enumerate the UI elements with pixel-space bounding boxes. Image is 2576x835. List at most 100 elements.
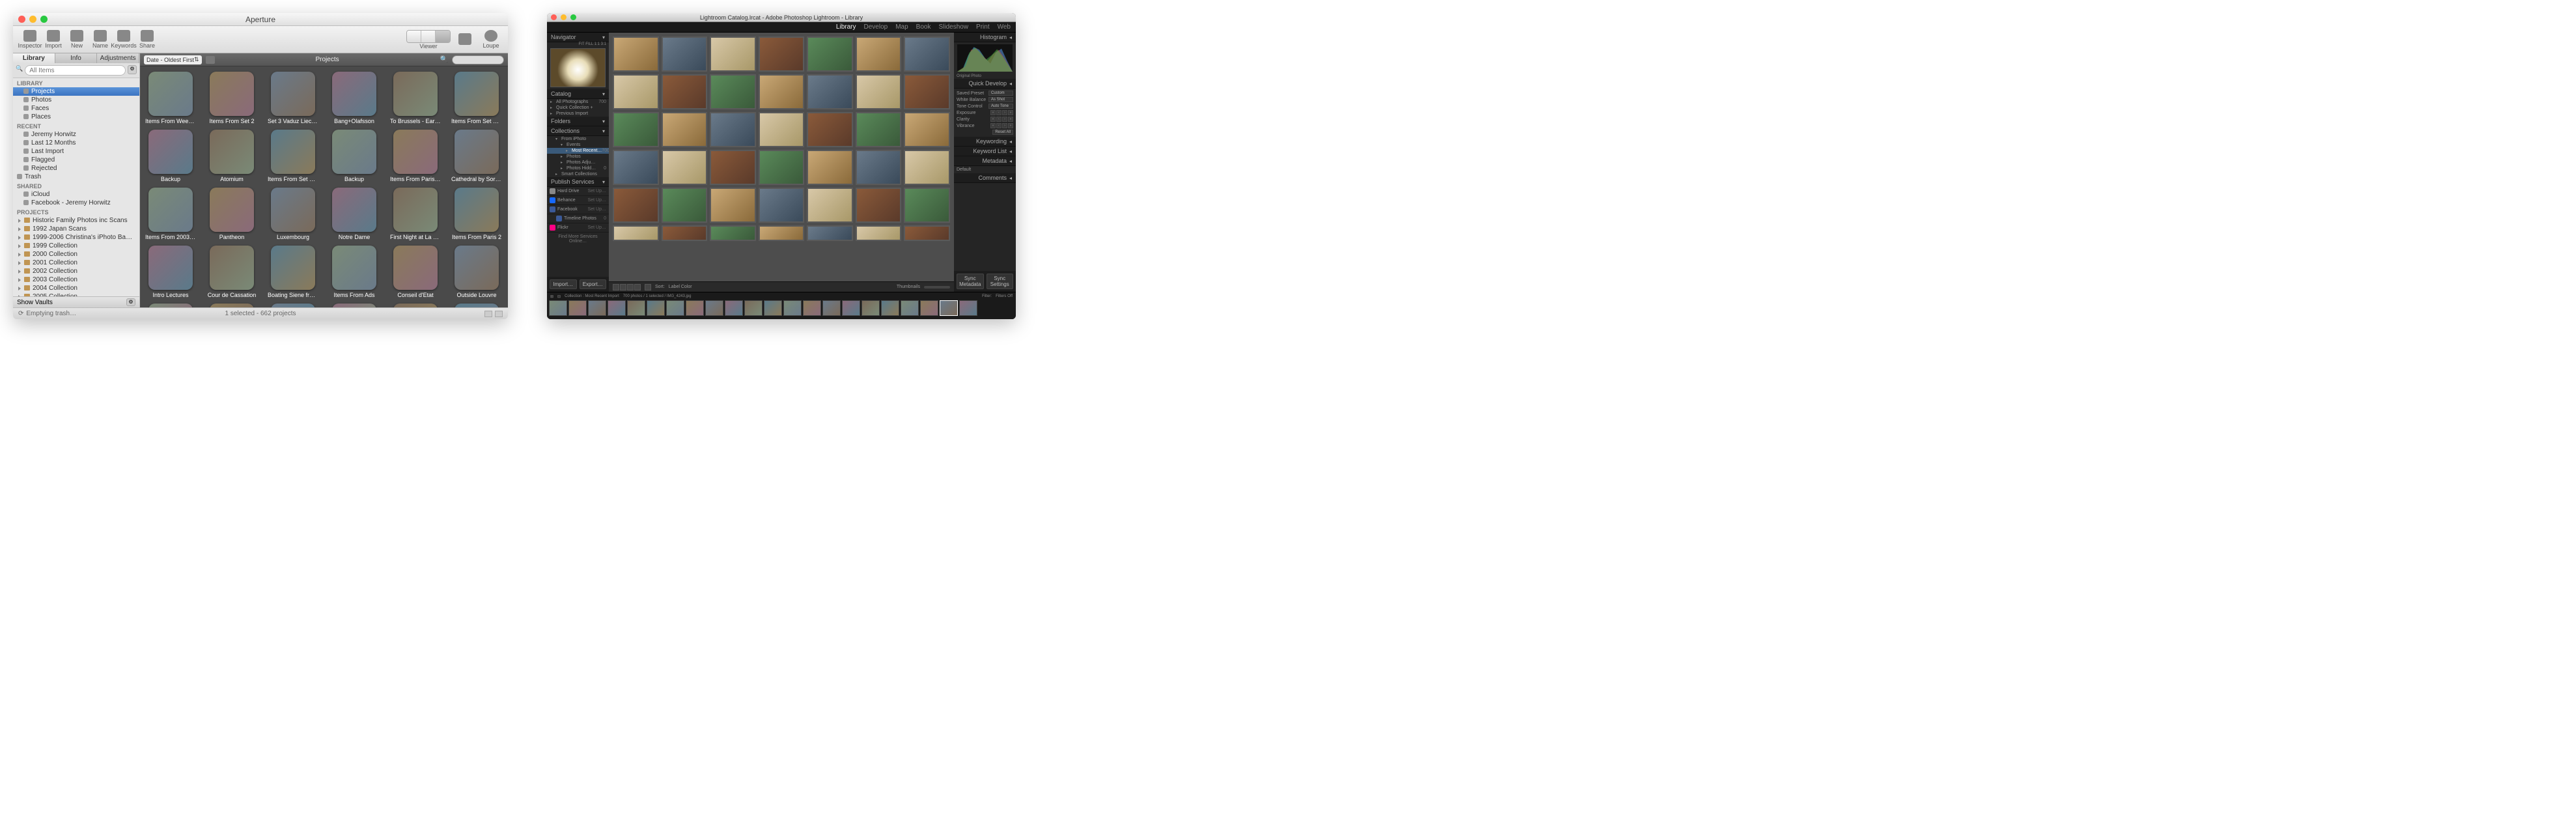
project-thumb[interactable]	[271, 130, 315, 174]
collection-item-0[interactable]: From iPhoto	[547, 136, 609, 142]
split-view-icon[interactable]	[421, 31, 436, 42]
project-cell[interactable]: Notre Dame	[329, 188, 380, 240]
photo-cell[interactable]	[904, 150, 950, 185]
filmstrip-thumb[interactable]	[744, 300, 763, 316]
thumbnail-size-slider[interactable]	[924, 286, 950, 289]
publish-service-0[interactable]: Hard DriveSet Up…	[547, 187, 609, 196]
photo-cell[interactable]	[856, 112, 902, 147]
keyword-list-header[interactable]: Keyword List	[954, 147, 1016, 156]
tab-print[interactable]: Print	[976, 23, 990, 31]
publish-service-1[interactable]: BehanceSet Up…	[547, 196, 609, 205]
keywording-header[interactable]: Keywording	[954, 137, 1016, 147]
photo-cell[interactable]	[662, 188, 708, 223]
project-thumb[interactable]	[393, 246, 438, 290]
catalog-prev[interactable]: Previous Import	[547, 111, 609, 117]
project-thumb[interactable]	[271, 72, 315, 116]
project-cell[interactable]: Items From Set 5 B…	[268, 130, 318, 182]
filmstrip-thumb[interactable]	[920, 300, 938, 316]
sidebar-project-9[interactable]: 2005 Collection	[13, 292, 139, 296]
collection-item-4[interactable]: Photos Adju…	[547, 160, 609, 165]
viewer-mode-segment[interactable]	[406, 30, 451, 43]
catalog-all[interactable]: All Photographs700	[547, 99, 609, 105]
photo-cell[interactable]	[710, 150, 756, 185]
photo-cell[interactable]	[807, 225, 853, 241]
screen-mode-icon[interactable]: ⊞	[550, 294, 553, 299]
photo-cell[interactable]	[710, 74, 756, 109]
project-cell[interactable]: Items From Set 4 B…	[451, 72, 502, 124]
tab-library[interactable]: Library	[836, 23, 856, 31]
filmstrip-thumb[interactable]	[627, 300, 645, 316]
nav-zoom-modes[interactable]: FIT FILL 1:1 3:1	[547, 42, 609, 46]
photo-cell[interactable]	[710, 112, 756, 147]
setup-link[interactable]: Set Up…	[588, 198, 606, 203]
project-thumb[interactable]	[393, 72, 438, 116]
photo-cell[interactable]	[759, 150, 805, 185]
keywords-button[interactable]: Keywords	[112, 30, 135, 49]
tab-book[interactable]: Book	[916, 23, 931, 31]
project-thumb[interactable]	[332, 130, 376, 174]
photo-cell[interactable]	[710, 188, 756, 223]
sidebar-trash[interactable]: Trash	[13, 173, 139, 181]
photo-cell[interactable]	[662, 74, 708, 109]
sidebar-project-5[interactable]: 2001 Collection	[13, 259, 139, 267]
sync-metadata-button[interactable]: Sync Metadata	[957, 274, 984, 289]
collection-item-5[interactable]: Photos Hidd…0	[547, 165, 609, 171]
photo-cell[interactable]	[662, 112, 708, 147]
sidebar-recent-4[interactable]: Rejected	[13, 164, 139, 173]
loupe-button[interactable]: Loupe	[479, 30, 503, 49]
sidebar-recent-3[interactable]: Flagged	[13, 156, 139, 164]
project-thumb[interactable]	[148, 188, 193, 232]
project-cell[interactable]: Intro Lectures	[145, 246, 196, 298]
setup-link[interactable]: 0	[604, 216, 606, 221]
photo-cell[interactable]	[856, 225, 902, 241]
close-icon[interactable]	[551, 14, 557, 20]
collection-item-6[interactable]: Smart Collections	[547, 171, 609, 177]
publish-service-2[interactable]: FacebookSet Up…	[547, 205, 609, 214]
sidebar-project-0[interactable]: Historic Family Photos inc Scans	[13, 216, 139, 225]
filmstrip-thumb[interactable]	[568, 300, 587, 316]
browser-search-input[interactable]	[452, 55, 504, 64]
project-cell[interactable]: Items From Paris 1…	[390, 130, 441, 182]
project-cell[interactable]: Items From Weeks…	[145, 72, 196, 124]
filmstrip-thumb[interactable]	[588, 300, 606, 316]
saved-preset-select[interactable]: Custom	[988, 91, 1013, 96]
filmstrip-thumb[interactable]	[783, 300, 802, 316]
project-cell[interactable]: Backup	[329, 130, 380, 182]
tab-info[interactable]: Info	[55, 53, 98, 63]
photo-cell[interactable]	[904, 225, 950, 241]
filmstrip-thumb[interactable]	[959, 300, 977, 316]
filmstrip-thumb[interactable]	[549, 300, 567, 316]
setup-link[interactable]: Set Up…	[588, 225, 606, 230]
tone-button[interactable]: Auto Tone	[988, 104, 1013, 109]
sidebar-project-8[interactable]: 2004 Collection	[13, 284, 139, 292]
sidebar-project-4[interactable]: 2000 Collection	[13, 250, 139, 259]
publish-service-4[interactable]: FlickrSet Up…	[547, 223, 609, 233]
sort-dropdown[interactable]: Date - Oldest First ⇅	[144, 55, 202, 64]
project-cell[interactable]: Items From Ads	[329, 246, 380, 298]
project-thumb[interactable]	[148, 130, 193, 174]
filmstrip-thumb[interactable]	[881, 300, 899, 316]
tab-slideshow[interactable]: Slideshow	[938, 23, 968, 31]
publish-service-3[interactable]: Timeline Photos0	[547, 214, 609, 223]
project-thumb[interactable]	[271, 246, 315, 290]
project-thumb[interactable]	[455, 188, 499, 232]
sidebar-item-faces[interactable]: Faces	[13, 104, 139, 113]
sidebar-list[interactable]: LIBRARY Projects Photos Faces Places REC…	[13, 78, 139, 296]
projects-grid[interactable]: Items From Weeks…Items From Set 2Set 3 V…	[140, 66, 508, 307]
photo-cell[interactable]	[759, 74, 805, 109]
project-thumb[interactable]	[393, 188, 438, 232]
project-cell[interactable]: First Night at La G…	[390, 188, 441, 240]
navigator-header[interactable]: Navigator	[547, 33, 609, 42]
collection-item-1[interactable]: Events	[547, 142, 609, 148]
photo-cell[interactable]	[904, 188, 950, 223]
photo-cell[interactable]	[613, 74, 659, 109]
grid-view-icon[interactable]	[613, 284, 619, 290]
zoom-icon[interactable]	[570, 14, 576, 20]
folders-header[interactable]: Folders	[547, 117, 609, 126]
tab-develop[interactable]: Develop	[864, 23, 888, 31]
sidebar-item-places[interactable]: Places	[13, 113, 139, 121]
project-thumb[interactable]	[210, 72, 254, 116]
filmstrip-thumb[interactable]	[705, 300, 723, 316]
project-cell[interactable]: Backup	[145, 130, 196, 182]
project-thumb[interactable]	[148, 246, 193, 290]
